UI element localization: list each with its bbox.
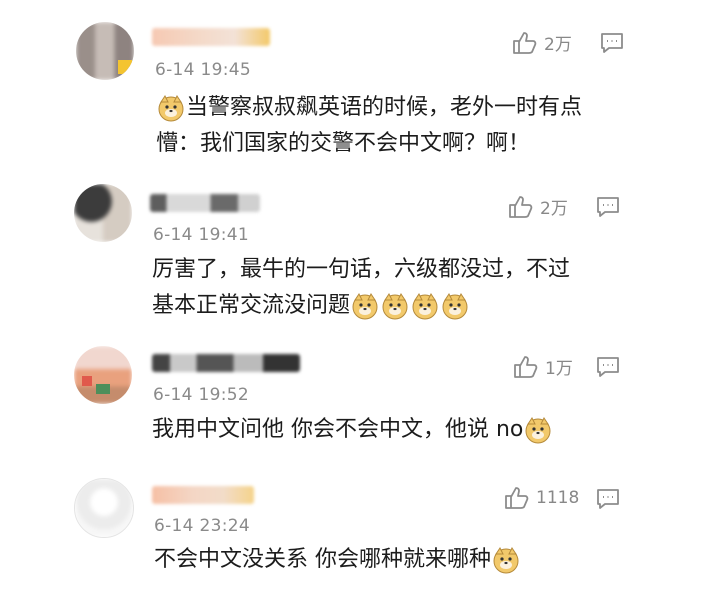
- like-button[interactable]: 2万: [508, 194, 568, 219]
- thumbs-up-icon: [513, 31, 537, 54]
- comment-bubble-icon: [597, 197, 619, 217]
- doge-emoji-icon: [352, 293, 378, 320]
- reply-button[interactable]: [596, 196, 620, 222]
- like-button[interactable]: 1万: [513, 354, 573, 379]
- comment-item: 6-14 19:41 2万 厉害了，最牛的一句话，六级都没过，不过 基本正常交流…: [58, 172, 638, 322]
- username-blurred[interactable]: [150, 194, 260, 212]
- doge-emoji-icon: [493, 547, 519, 574]
- doge-emoji-icon: [412, 293, 438, 320]
- comment-item: 6-14 23:24 1118 不会中文没关系 你会哪种就来哪种: [58, 466, 638, 586]
- comment-bubble-icon: [601, 33, 623, 53]
- avatar[interactable]: [76, 22, 134, 80]
- like-count: 1118: [536, 488, 580, 508]
- thumbs-up-icon: [509, 195, 533, 218]
- reply-button[interactable]: [600, 32, 624, 58]
- comment-text: 不会中文没关系 你会哪种就来哪种: [154, 542, 634, 578]
- doge-emoji-icon: [525, 417, 551, 444]
- doge-emoji-icon: [382, 293, 408, 320]
- reply-button[interactable]: [596, 356, 620, 382]
- comment-time: 6-14 19:52: [153, 385, 249, 405]
- avatar[interactable]: [74, 346, 132, 404]
- like-count: 1万: [545, 359, 573, 379]
- comment-item: 6-14 19:45 2万 当警察叔叔飙英语的时候，老外一时有点 懵：我们国家的…: [60, 8, 640, 158]
- like-count: 2万: [540, 199, 568, 219]
- doge-emoji-icon: [158, 95, 184, 122]
- like-button[interactable]: 1118: [504, 486, 579, 510]
- comment-text: 当警察叔叔飙英语的时候，老外一时有点 懵：我们国家的交警不会中文啊？啊！: [156, 95, 583, 156]
- username-blurred[interactable]: [152, 486, 254, 504]
- doge-emoji-icon: [442, 293, 468, 320]
- comment-bubble-icon: [597, 357, 619, 377]
- comment-bubble-icon: [597, 489, 619, 509]
- comment-text: 厉害了，最牛的一句话，六级都没过，不过 基本正常交流没问题: [152, 257, 571, 320]
- username-blurred[interactable]: [152, 28, 270, 46]
- comment-time: 6-14 19:45: [155, 60, 251, 80]
- comment-time: 6-14 23:24: [154, 516, 250, 536]
- username-blurred[interactable]: [152, 354, 300, 372]
- comment-item: 6-14 19:52 1万 我用中文问他 你会不会中文，他说 no: [58, 334, 638, 454]
- thumbs-up-icon: [514, 355, 538, 378]
- comment-time: 6-14 19:41: [153, 225, 249, 245]
- reply-button[interactable]: [596, 488, 620, 514]
- avatar[interactable]: [74, 478, 134, 538]
- comment-text: 我用中文问他 你会不会中文，他说 no: [152, 412, 632, 448]
- avatar[interactable]: [74, 184, 132, 242]
- like-count: 2万: [544, 35, 572, 55]
- like-button[interactable]: 2万: [512, 30, 572, 55]
- thumbs-up-icon: [505, 487, 529, 509]
